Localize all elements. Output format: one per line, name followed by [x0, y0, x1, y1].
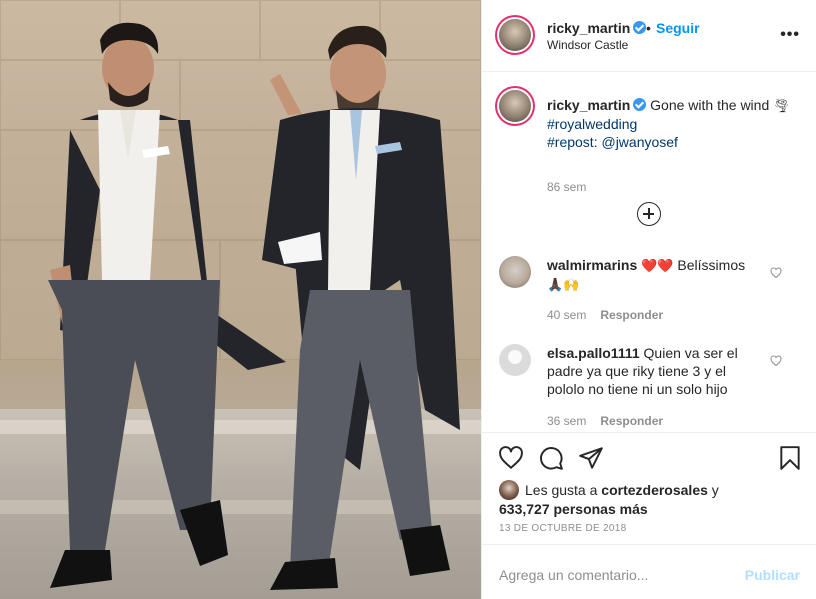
heart-icon[interactable] — [498, 445, 524, 471]
commenter-avatar[interactable] — [499, 256, 531, 288]
heart-icon[interactable] — [770, 267, 782, 279]
location-link[interactable]: Windsor Castle — [547, 38, 628, 52]
caption-username[interactable]: ricky_martin — [547, 97, 630, 113]
post-photo[interactable] — [0, 0, 481, 599]
likes-conj: y — [711, 482, 719, 498]
tornado-emoji: 🌪 — [773, 98, 790, 113]
more-horizontal-icon[interactable]: ••• — [780, 26, 800, 44]
comment-icon[interactable] — [538, 445, 564, 471]
add-comment-bar: Agrega un comentario... Publicar — [482, 544, 816, 599]
man-right-figure — [262, 25, 460, 590]
caption-body: Gone with the wind — [650, 97, 770, 113]
post-actions: Les gusta a cortezderosales y 633,727 pe… — [482, 432, 816, 599]
comments-section: ricky_martin Gone with the wind 🌪 #royal… — [482, 72, 816, 432]
comment-text: walmirmarins ❤️❤️ Belíssimos 🙏🏿🙌 — [547, 256, 752, 294]
comment-item: elsa.pallo1111 Quien va ser el padre ya … — [499, 344, 799, 428]
comment-body: Belíssimos — [677, 257, 746, 273]
heart-emoji: ❤️ — [641, 258, 658, 273]
verified-badge-icon — [633, 98, 647, 111]
pray-emoji: 🙏🏿 — [547, 277, 564, 292]
caption-time: 86 sem — [547, 180, 587, 194]
follow-button[interactable]: Seguir — [656, 20, 700, 36]
comment-item: walmirmarins ❤️❤️ Belíssimos 🙏🏿🙌 40 sem R… — [499, 256, 799, 322]
commenter-avatar[interactable] — [499, 344, 531, 376]
repost-link[interactable]: #repost: @jwanyosef — [547, 134, 678, 150]
bookmark-icon[interactable] — [777, 445, 803, 471]
post-comment-button[interactable]: Publicar — [745, 567, 800, 583]
comment-time: 40 sem — [547, 308, 587, 322]
liker-username[interactable]: cortezderosales — [601, 482, 708, 498]
author-username[interactable]: ricky_martin — [547, 20, 647, 36]
author-avatar[interactable] — [499, 19, 531, 51]
comment-text: elsa.pallo1111 Quien va ser el padre ya … — [547, 344, 752, 398]
post-details-panel: ricky_martin • Seguir Windsor Castle •••… — [481, 0, 816, 599]
likes-summary: Les gusta a cortezderosales y 633,727 pe… — [499, 480, 719, 518]
heart-icon[interactable] — [770, 355, 782, 367]
plus-circle-icon[interactable] — [637, 202, 661, 226]
commenter-username[interactable]: walmirmarins — [547, 257, 637, 273]
comment-meta: 40 sem Responder — [547, 308, 663, 322]
caption-text: ricky_martin Gone with the wind 🌪 #royal… — [547, 96, 797, 151]
reply-button[interactable]: Responder — [600, 308, 663, 322]
post-date[interactable]: 13 DE OCTUBRE DE 2018 — [499, 523, 626, 534]
hashtag-link[interactable]: #royalwedding — [547, 116, 637, 132]
raised-hands-emoji: 🙌 — [563, 277, 580, 292]
comment-meta: 36 sem Responder — [547, 414, 663, 428]
send-icon[interactable] — [578, 445, 604, 471]
comment-input[interactable]: Agrega un comentario... — [499, 567, 648, 583]
caption-avatar[interactable] — [499, 90, 531, 122]
post-header: ricky_martin • Seguir Windsor Castle ••• — [482, 0, 816, 72]
liker-avatar[interactable] — [499, 480, 519, 500]
verified-badge-icon — [633, 21, 647, 34]
likes-prefix: Les gusta a — [525, 482, 598, 498]
header-separator: • — [646, 20, 651, 36]
commenter-username[interactable]: elsa.pallo1111 — [547, 345, 640, 361]
comment-time: 36 sem — [547, 414, 587, 428]
reply-button[interactable]: Responder — [600, 414, 663, 428]
likes-count[interactable]: 633,727 personas más — [499, 501, 648, 517]
heart-emoji: ❤️ — [657, 258, 674, 273]
